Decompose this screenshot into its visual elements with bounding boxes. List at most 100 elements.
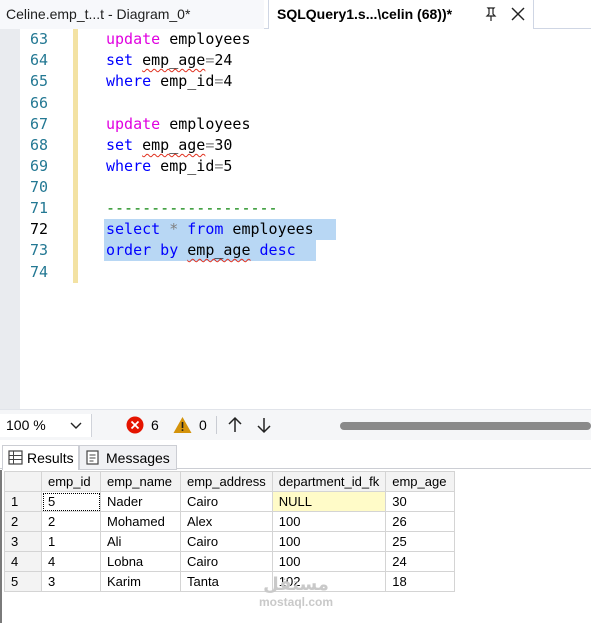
chevron-down-icon — [70, 422, 82, 429]
column-header[interactable]: emp_id — [41, 471, 101, 492]
row-number[interactable]: 2 — [4, 511, 42, 532]
keyword: from — [187, 220, 224, 238]
cell-emp-id[interactable]: 1 — [41, 531, 101, 552]
warning-count: 0 — [199, 417, 207, 433]
table-row[interactable]: 2 2 Mohamed Alex 100 26 — [4, 511, 456, 532]
cell-emp-address[interactable]: Alex — [180, 511, 273, 532]
cell-emp-name[interactable]: Nader — [100, 491, 181, 512]
toolbar-separator — [216, 416, 217, 434]
pin-icon[interactable] — [483, 6, 499, 22]
row-number[interactable]: 5 — [4, 571, 42, 592]
cell-emp-id[interactable]: 4 — [41, 551, 101, 572]
literal: 4 — [223, 72, 233, 90]
cell-emp-name[interactable]: Mohamed — [100, 511, 181, 532]
table-row[interactable]: 4 4 Lobna Cairo 100 24 — [4, 551, 456, 572]
literal: 24 — [214, 51, 233, 69]
warning-icon[interactable] — [173, 416, 192, 434]
editor-margin — [0, 29, 20, 410]
arrow-up-icon[interactable] — [226, 416, 244, 434]
cell-department-id-fk[interactable]: 100 — [271, 511, 387, 532]
comment: ------------------- — [106, 199, 278, 217]
table-row[interactable]: 5 3 Karim Tanta 102 18 — [4, 571, 456, 592]
change-tracking-bar — [73, 29, 78, 283]
zoom-dropdown[interactable]: 100 % — [0, 414, 92, 437]
table-row[interactable]: 1 5 Nader Cairo NULL 30 — [4, 491, 456, 512]
keyword: update — [106, 115, 161, 133]
results-table[interactable]: emp_id emp_name emp_address department_i… — [4, 471, 456, 592]
keyword: set — [106, 136, 134, 154]
code-line: update employees — [106, 114, 251, 135]
code-line: set emp_age=24 — [106, 50, 232, 71]
cell-emp-name[interactable]: Ali — [100, 531, 181, 552]
column-header[interactable]: department_id_fk — [271, 471, 387, 492]
operator: * — [169, 220, 179, 238]
line-number: 64 — [29, 51, 48, 69]
results-tab-strip: Results Messages — [0, 444, 591, 470]
cell-emp-age[interactable]: 24 — [385, 551, 456, 572]
identifier-error: emp_age — [142, 51, 206, 69]
cell-emp-address[interactable]: Cairo — [180, 551, 273, 572]
cell-emp-age[interactable]: 26 — [385, 511, 456, 532]
tab-sql-query-label: SQLQuery1.s...\celin (68))* — [277, 6, 453, 22]
cell-department-id-fk[interactable]: 100 — [271, 531, 387, 552]
line-number: 71 — [29, 199, 48, 217]
row-number[interactable]: 3 — [4, 531, 42, 552]
cell-emp-age[interactable]: 25 — [385, 531, 456, 552]
line-number: 63 — [29, 30, 48, 48]
cell-emp-name[interactable]: Lobna — [100, 551, 181, 572]
keyword: select — [106, 220, 161, 238]
arrow-down-icon[interactable] — [255, 416, 273, 434]
identifier: emp_id — [151, 157, 215, 175]
code-line: set emp_age=30 — [106, 135, 232, 156]
tab-results-label: Results — [27, 450, 74, 466]
identifier-error: emp_age — [142, 136, 206, 154]
keyword: order by — [106, 241, 179, 259]
keyword: desc — [259, 241, 296, 259]
grid-icon — [8, 450, 23, 465]
cell-emp-address[interactable]: Cairo — [180, 491, 273, 512]
zoom-value: 100 % — [6, 417, 46, 433]
row-number[interactable]: 1 — [4, 491, 42, 512]
tab-messages-label: Messages — [106, 450, 170, 466]
keyword: where — [106, 157, 152, 175]
document-tab-bar: Celine.emp_t...t - Diagram_0* SQLQuery1.… — [0, 0, 591, 29]
watermark-latin: mostaql.com — [258, 595, 333, 609]
line-number: 68 — [29, 136, 48, 154]
cell-emp-id[interactable]: 5 — [41, 491, 101, 512]
cell-emp-name[interactable]: Karim — [100, 571, 181, 592]
identifier: emp_id — [151, 72, 215, 90]
close-icon[interactable] — [509, 5, 527, 23]
column-header[interactable]: emp_address — [180, 471, 273, 492]
column-header[interactable]: emp_age — [385, 471, 456, 492]
identifier: employees — [160, 115, 251, 133]
cell-emp-id[interactable]: 3 — [41, 571, 101, 592]
cell-emp-age[interactable]: 18 — [385, 571, 456, 592]
literal: 5 — [223, 157, 233, 175]
cell-emp-address[interactable]: Cairo — [180, 531, 273, 552]
row-number[interactable]: 4 — [4, 551, 42, 572]
line-number: 66 — [29, 94, 48, 112]
error-count: 6 — [151, 417, 159, 433]
tab-diagram-label: Celine.emp_t...t - Diagram_0* — [6, 6, 191, 22]
cell-department-id-fk[interactable]: NULL — [271, 491, 387, 512]
cell-emp-id[interactable]: 2 — [41, 511, 101, 532]
horizontal-scrollbar[interactable] — [340, 422, 591, 430]
code-line: select * from employees — [106, 219, 314, 240]
sql-editor[interactable]: 63 64 65 66 67 68 69 70 71 72 73 74 upda… — [0, 29, 591, 410]
code-line: where emp_id=4 — [106, 71, 232, 92]
code-line: update employees — [106, 29, 251, 50]
watermark-arabic: مستقل — [263, 574, 329, 595]
tab-diagram[interactable]: Celine.emp_t...t - Diagram_0* — [0, 0, 264, 29]
literal: 30 — [214, 136, 233, 154]
tab-messages[interactable]: Messages — [79, 445, 177, 470]
table-header-row: emp_id emp_name emp_address department_i… — [4, 471, 456, 492]
tab-results[interactable]: Results — [2, 445, 79, 470]
error-icon[interactable] — [126, 416, 144, 434]
row-number-header[interactable] — [4, 471, 42, 492]
line-number-current: 72 — [29, 220, 48, 238]
code-line: ------------------- — [106, 198, 278, 219]
table-row[interactable]: 3 1 Ali Cairo 100 25 — [4, 531, 456, 552]
column-header[interactable]: emp_name — [100, 471, 181, 492]
cell-emp-age[interactable]: 30 — [385, 491, 456, 512]
cell-department-id-fk[interactable]: 100 — [271, 551, 387, 572]
